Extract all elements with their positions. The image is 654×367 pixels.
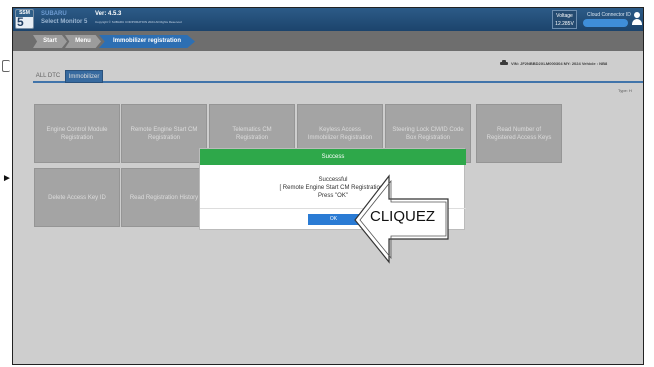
breadcrumb-immobilizer-registration[interactable]: Immobilizer registration bbox=[99, 35, 195, 48]
ssm-logo: SSM 5 bbox=[15, 9, 34, 29]
version-label: Ver: 4.5.3 bbox=[95, 11, 122, 17]
breadcrumb-menu[interactable]: Menu bbox=[65, 35, 101, 48]
callout-label: CLIQUEZ bbox=[370, 208, 436, 225]
app-subtitle: Select Monitor 5 bbox=[41, 19, 88, 25]
pointer-arrow-icon: ► bbox=[2, 173, 12, 184]
user-icon-body bbox=[632, 19, 642, 25]
app-name: SUBARU bbox=[41, 11, 67, 17]
copyright-text: Copyright © SUBARU CORPORATION 2024 All … bbox=[95, 20, 182, 24]
ok-button[interactable]: OK bbox=[308, 214, 359, 225]
logo-number: 5 bbox=[17, 15, 24, 29]
user-icon[interactable] bbox=[631, 12, 643, 26]
breadcrumb-start[interactable]: Start bbox=[33, 35, 67, 48]
voltage-box: Voltage 12.285V bbox=[552, 10, 577, 29]
user-icon-head bbox=[634, 12, 640, 18]
screenshot: ► SSM 5 SUBARU Select Monitor 5 Ver: 4.5… bbox=[0, 0, 654, 367]
dialog-title: Success bbox=[200, 149, 466, 165]
voltage-value: 12.285V bbox=[555, 21, 574, 27]
voltage-label: Voltage bbox=[556, 13, 573, 19]
cloud-connector-label: Cloud Connector ID bbox=[587, 12, 631, 18]
breadcrumb: Start Menu Immobilizer registration bbox=[13, 31, 643, 51]
window-edge-bracket bbox=[2, 60, 10, 72]
app-header: SSM 5 SUBARU Select Monitor 5 Ver: 4.5.3… bbox=[13, 8, 643, 31]
cloud-connector-field[interactable] bbox=[583, 19, 628, 27]
